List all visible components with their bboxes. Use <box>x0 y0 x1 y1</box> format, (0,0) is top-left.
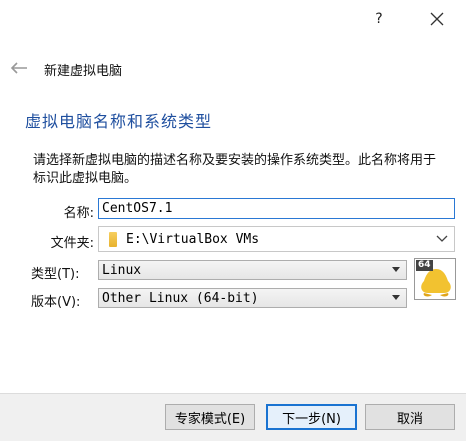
back-arrow-icon <box>8 58 30 78</box>
folder-combobox[interactable]: E:\VirtualBox VMs <box>98 226 455 252</box>
name-input[interactable]: CentOS7.1 <box>98 198 455 219</box>
name-label: 名称: <box>63 206 94 221</box>
dropdown-arrow-icon <box>392 295 400 300</box>
page-title: 虚拟电脑名称和系统类型 <box>25 112 213 131</box>
folder-icon <box>109 231 117 247</box>
close-button[interactable] <box>422 6 452 32</box>
type-value: Linux <box>102 262 142 278</box>
version-value: Other Linux (64-bit) <box>102 290 259 306</box>
type-select[interactable]: Linux <box>98 260 407 280</box>
folder-label: 文件夹: <box>50 236 94 251</box>
close-icon <box>430 12 444 26</box>
version-select[interactable]: Other Linux (64-bit) <box>98 288 407 308</box>
help-button[interactable]: ? <box>364 6 394 32</box>
wizard-title: 新建虚拟电脑 <box>44 64 123 79</box>
dropdown-arrow-icon <box>392 267 400 272</box>
os-icon-badge: 64 <box>416 260 433 271</box>
help-label: ? <box>375 11 383 27</box>
back-button[interactable] <box>8 56 30 80</box>
linux-penguin-64-icon: 64 <box>414 258 456 300</box>
page-description: 请选择新虚拟电脑的描述名称及要安装的操作系统类型。此名称将用于标识此虚拟电脑。 <box>33 153 437 186</box>
version-label: 版本(V): <box>31 295 81 310</box>
type-label: 类型(T): <box>31 267 80 282</box>
next-button[interactable]: 下一步(N) <box>266 404 357 430</box>
chevron-down-icon <box>436 235 448 242</box>
folder-path: E:\VirtualBox VMs <box>126 231 260 247</box>
cancel-button[interactable]: 取消 <box>365 404 455 430</box>
expert-mode-button[interactable]: 专家模式(E) <box>165 404 255 430</box>
